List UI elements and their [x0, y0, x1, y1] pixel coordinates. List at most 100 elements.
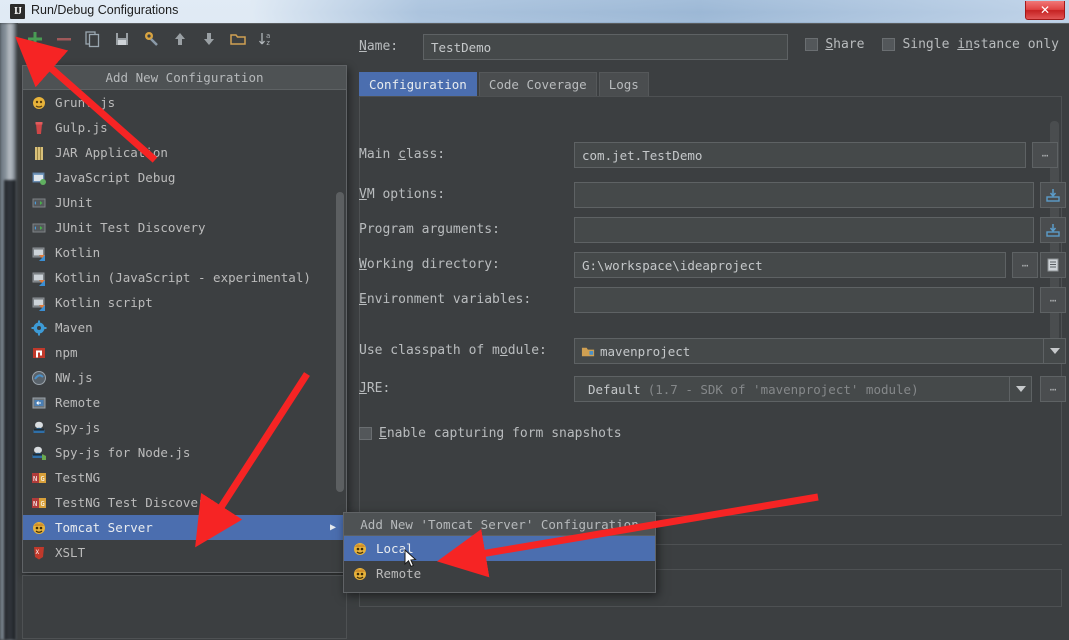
list-item-gulp[interactable]: Gulp.js — [23, 115, 346, 140]
tab-configuration[interactable]: Configuration — [359, 72, 477, 96]
list-item-tomcat-server[interactable]: Tomcat Server ▶ — [23, 515, 346, 540]
jar-icon — [35, 146, 43, 160]
working-directory-macro-button[interactable] — [1040, 252, 1066, 278]
list-item-label: JavaScript Debug — [55, 170, 176, 185]
vm-options-row: VM options: — [359, 182, 1066, 208]
jre-browse-button[interactable]: ⋯ — [1040, 376, 1066, 402]
wrench-icon[interactable] — [140, 28, 162, 50]
save-icon[interactable] — [111, 28, 133, 50]
spyjs-node-icon — [32, 446, 46, 460]
share-checkbox[interactable]: Share — [805, 37, 864, 52]
close-icon[interactable]: ✕ — [1025, 1, 1065, 20]
list-item-grunt[interactable]: Grunt.js — [23, 90, 346, 115]
jre-label: JRE: — [359, 381, 391, 396]
single-instance-only-checkbox[interactable]: Single instance only — [882, 37, 1059, 52]
list-item-javascript-debug[interactable]: JavaScript Debug — [23, 165, 346, 190]
program-arguments-input[interactable] — [574, 217, 1034, 243]
list-item-remote[interactable]: Remote — [23, 390, 346, 415]
copy-icon[interactable] — [82, 28, 104, 50]
popup-scrollbar[interactable] — [336, 92, 344, 567]
popup-header: Add New Configuration — [23, 66, 346, 90]
popup-scrollbar-thumb[interactable] — [336, 192, 344, 492]
list-item-kotlin-javascript-experimental[interactable]: Kotlin (JavaScript - experimental) — [23, 265, 346, 290]
remote-icon — [32, 397, 46, 408]
remove-configuration-button[interactable] — [53, 28, 75, 50]
svg-text:G: G — [41, 500, 45, 508]
main-class-input[interactable]: com.jet.TestDemo — [574, 142, 1026, 168]
submenu-header: Add New 'Tomcat Server' Configuration — [344, 513, 655, 536]
environment-variables-input[interactable] — [574, 287, 1034, 313]
environment-variables-browse-button[interactable]: ⋯ — [1040, 287, 1066, 313]
kotlin-icon — [32, 272, 45, 286]
sort-az-icon[interactable]: az — [256, 28, 278, 50]
tomcat-icon — [354, 542, 366, 555]
use-classpath-of-module-combo[interactable]: mavenproject — [574, 338, 1044, 364]
program-arguments-row: Program arguments: — [359, 217, 1066, 243]
use-classpath-of-module-label: Use classpath of module: — [359, 343, 547, 358]
list-item-spy-js[interactable]: Spy-js — [23, 415, 346, 440]
list-item-xslt[interactable]: X XSLT — [23, 540, 346, 565]
kotlin-icon — [32, 297, 45, 311]
list-item-label: 33 items more (irrelevant)... — [55, 570, 273, 572]
svg-text:G: G — [41, 475, 45, 483]
enable-capturing-form-snapshots-checkbox[interactable]: Enable capturing form snapshots — [359, 426, 622, 441]
svg-text:N: N — [33, 475, 37, 483]
npm-icon — [33, 347, 45, 358]
jre-row: JRE: Default (1.7 - SDK of 'mavenproject… — [359, 376, 1066, 402]
list-item-kotlin-script[interactable]: Kotlin script — [23, 290, 346, 315]
use-classpath-of-module-dropdown-button[interactable] — [1044, 338, 1066, 364]
list-item-nwjs[interactable]: NW.js — [23, 365, 346, 390]
window-title: Run/Debug Configurations — [31, 3, 179, 17]
environment-variables-row: Environment variables: ⋯ — [359, 287, 1066, 313]
list-item-npm[interactable]: npm — [23, 340, 346, 365]
list-item-more-items[interactable]: 33 items more (irrelevant)... — [23, 565, 346, 572]
list-item-testng-test-discovery[interactable]: NG TestNG Test Discovery — [23, 490, 346, 515]
main-class-browse-button[interactable]: ⋯ — [1032, 142, 1058, 168]
add-configuration-button[interactable] — [24, 28, 46, 50]
submenu-item-local[interactable]: Local — [344, 536, 655, 561]
ide-left-toolwindow-blurred — [4, 180, 16, 640]
list-item-label: JUnit Test Discovery — [55, 220, 206, 235]
list-item-label: TestNG — [55, 470, 101, 485]
list-item-label: XSLT — [55, 545, 86, 560]
list-item-label: NW.js — [55, 370, 93, 385]
testng-icon: NG — [32, 472, 46, 483]
vm-options-expand-button[interactable] — [1040, 182, 1066, 208]
main-class-row: Main class: com.jet.TestDemo ⋯ — [359, 142, 1059, 168]
folder-icon[interactable] — [227, 28, 249, 50]
list-item-label: npm — [55, 345, 78, 360]
add-new-configuration-popup: Add New Configuration Grunt.js Gulp.js J… — [22, 65, 347, 573]
testng-icon: NG — [32, 497, 46, 508]
list-item-label: TestNG Test Discovery — [55, 495, 214, 510]
jre-value-detail: (1.7 - SDK of 'mavenproject' module) — [647, 381, 919, 397]
list-item-label: Kotlin (JavaScript - experimental) — [55, 270, 311, 285]
tab-code-coverage[interactable]: Code Coverage — [478, 72, 597, 96]
jre-combo[interactable]: Default (1.7 - SDK of 'mavenproject' mod… — [574, 376, 1010, 402]
working-directory-input[interactable]: G:\workspace\ideaproject — [574, 252, 1006, 278]
tab-logs[interactable]: Logs — [598, 72, 649, 96]
vm-options-input[interactable] — [574, 182, 1034, 208]
list-item-jar-application[interactable]: JAR Application — [23, 140, 346, 165]
list-item-junit[interactable]: JUnit — [23, 190, 346, 215]
xslt-icon: X — [34, 546, 44, 559]
environment-variables-label: Environment variables: — [359, 292, 532, 307]
tomcat-server-submenu: Add New 'Tomcat Server' Configuration Lo… — [343, 512, 656, 593]
macro-icon — [1047, 258, 1059, 272]
list-item-spy-js-for-nodejs[interactable]: Spy-js for Node.js — [23, 440, 346, 465]
arrow-down-icon[interactable] — [198, 28, 220, 50]
list-item-maven[interactable]: Maven — [23, 315, 346, 340]
share-label: Share — [825, 37, 865, 52]
submenu-item-remote[interactable]: Remote — [344, 561, 655, 586]
jre-dropdown-button[interactable] — [1010, 376, 1032, 402]
program-arguments-expand-button[interactable] — [1040, 217, 1066, 243]
name-label: Name: — [359, 39, 399, 54]
list-item-label: JUnit — [55, 195, 93, 210]
arrow-up-icon[interactable] — [169, 28, 191, 50]
kotlin-icon — [32, 247, 45, 261]
list-item-testng[interactable]: NG TestNG — [23, 465, 346, 490]
working-directory-label: Working directory: — [359, 257, 500, 272]
name-input[interactable]: TestDemo — [423, 34, 788, 60]
list-item-kotlin[interactable]: Kotlin — [23, 240, 346, 265]
working-directory-browse-button[interactable]: ⋯ — [1012, 252, 1038, 278]
list-item-junit-test-discovery[interactable]: JUnit Test Discovery — [23, 215, 346, 240]
